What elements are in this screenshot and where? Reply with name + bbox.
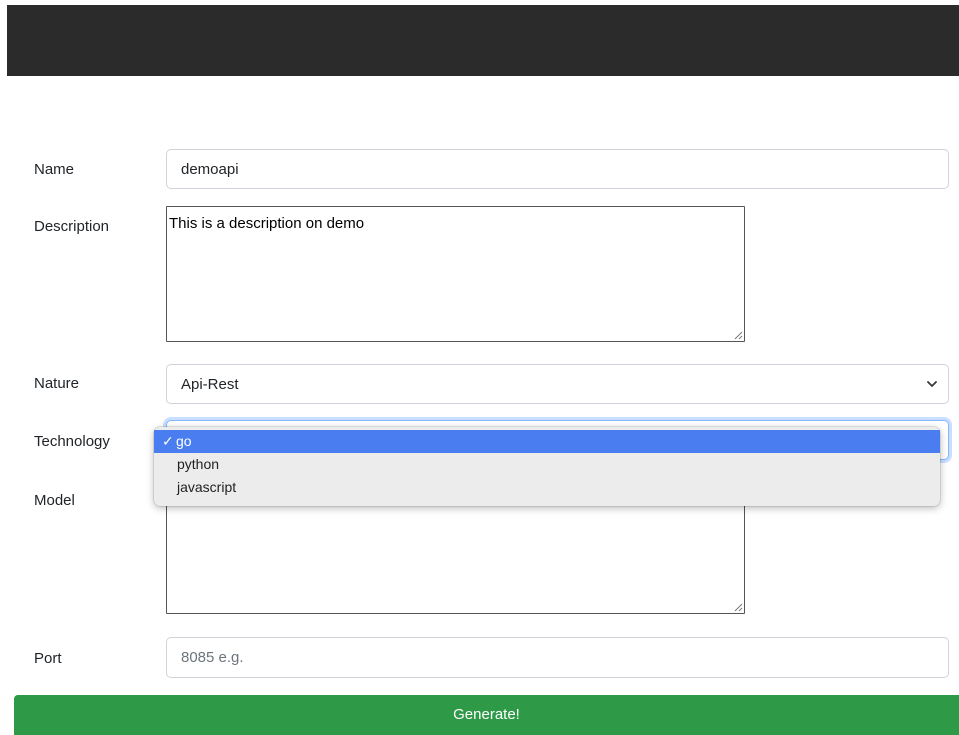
option-label: go bbox=[176, 433, 192, 449]
technology-dropdown-list: ✓ go python javascript bbox=[154, 427, 940, 506]
option-label: javascript bbox=[177, 479, 237, 495]
name-input[interactable]: demoapi bbox=[166, 149, 949, 189]
description-textarea[interactable]: This is a description on demo bbox=[166, 206, 745, 342]
resize-grip-icon[interactable] bbox=[734, 603, 743, 612]
chevron-down-icon bbox=[927, 381, 937, 387]
checkmark-icon: ✓ bbox=[162, 433, 174, 449]
model-label: Model bbox=[34, 492, 75, 509]
technology-option-go[interactable]: ✓ go bbox=[154, 430, 940, 453]
generate-button[interactable]: Generate! bbox=[14, 695, 959, 735]
name-label: Name bbox=[34, 161, 75, 178]
nature-select[interactable]: Api-Rest bbox=[166, 364, 949, 404]
nature-label: Nature bbox=[34, 375, 80, 392]
name-input-value: demoapi bbox=[181, 160, 239, 178]
nature-select-value: Api-Rest bbox=[181, 375, 239, 393]
port-input[interactable]: 8085 e.g. bbox=[166, 637, 949, 678]
option-label: python bbox=[177, 456, 220, 472]
port-input-placeholder: 8085 e.g. bbox=[181, 649, 244, 666]
resize-grip-icon[interactable] bbox=[734, 331, 743, 340]
top-navbar bbox=[7, 5, 959, 76]
technology-label: Technology bbox=[34, 433, 110, 450]
port-label: Port bbox=[34, 650, 62, 667]
technology-option-python[interactable]: python bbox=[154, 453, 940, 476]
description-textarea-value: This is a description on demo bbox=[169, 215, 365, 232]
technology-option-javascript[interactable]: javascript bbox=[154, 476, 940, 499]
description-label: Description bbox=[34, 218, 110, 235]
